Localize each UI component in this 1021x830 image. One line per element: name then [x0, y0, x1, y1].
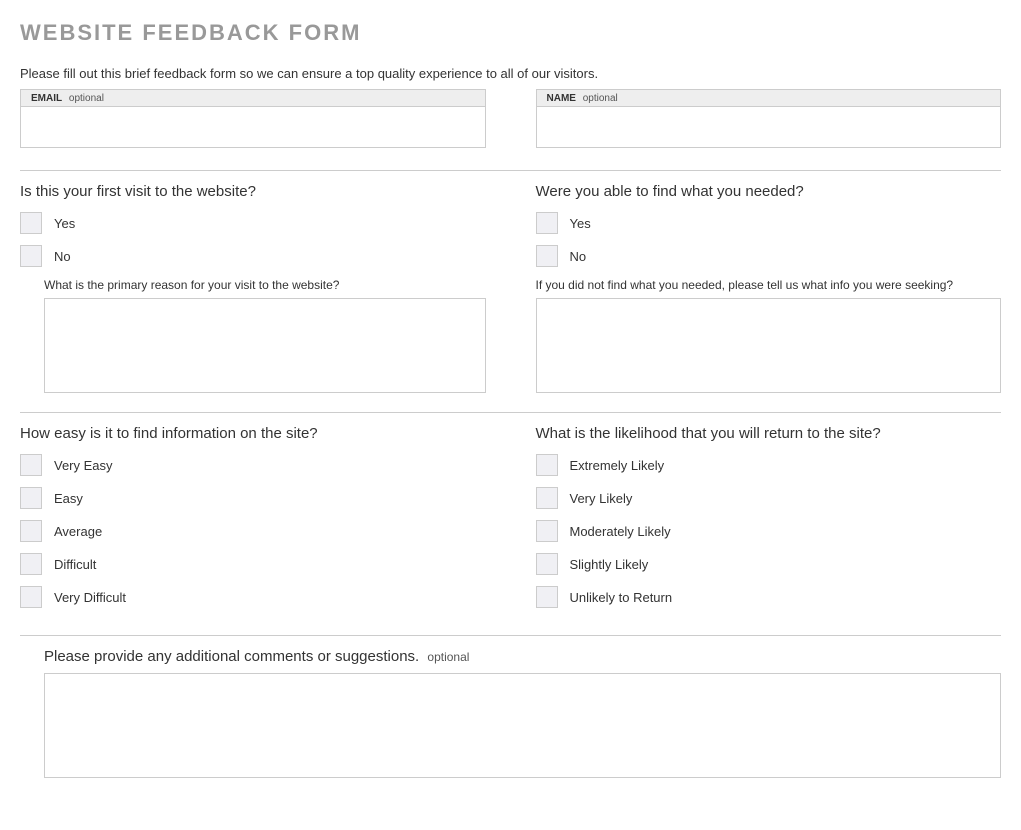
ease-o1-row: Very Easy: [20, 454, 486, 476]
return-o2-row: Very Likely: [536, 487, 1002, 509]
ease-o4-row: Difficult: [20, 553, 486, 575]
comments-label-row: Please provide any additional comments o…: [44, 648, 1001, 665]
find-needed-question: Were you able to find what you needed?: [536, 183, 1002, 200]
not-found-textarea[interactable]: [536, 298, 1002, 393]
email-label: EMAIL: [31, 93, 62, 104]
subtitle-text: Please fill out this brief feedback form…: [20, 66, 1001, 81]
first-visit-no-row: No: [20, 245, 486, 267]
ease-o3-row: Average: [20, 520, 486, 542]
first-visit-no-checkbox[interactable]: [20, 245, 42, 267]
return-o3-checkbox[interactable]: [536, 520, 558, 542]
ease-o5-checkbox[interactable]: [20, 586, 42, 608]
return-o4-row: Slightly Likely: [536, 553, 1002, 575]
return-o3-label: Moderately Likely: [570, 524, 671, 539]
visit-reason-label: What is the primary reason for your visi…: [44, 278, 486, 292]
first-visit-yes-row: Yes: [20, 212, 486, 234]
rating-questions-row: How easy is it to find information on th…: [20, 425, 1001, 619]
first-visit-yes-checkbox[interactable]: [20, 212, 42, 234]
name-header: NAME optional: [537, 90, 1001, 107]
find-yes-row: Yes: [536, 212, 1002, 234]
divider: [20, 635, 1001, 636]
ease-o1-checkbox[interactable]: [20, 454, 42, 476]
ease-question: How easy is it to find information on th…: [20, 425, 486, 442]
page-title: WEBSITE FEEDBACK FORM: [20, 20, 1001, 46]
find-no-checkbox[interactable]: [536, 245, 558, 267]
ease-o5-row: Very Difficult: [20, 586, 486, 608]
comments-textarea[interactable]: [44, 673, 1001, 778]
comments-label: Please provide any additional comments o…: [44, 648, 419, 665]
return-o1-row: Extremely Likely: [536, 454, 1002, 476]
return-o3-row: Moderately Likely: [536, 520, 1002, 542]
first-visit-no-label: No: [54, 249, 71, 264]
return-o1-checkbox[interactable]: [536, 454, 558, 476]
return-o4-label: Slightly Likely: [570, 557, 649, 572]
divider: [20, 412, 1001, 413]
ease-o4-label: Difficult: [54, 557, 96, 572]
ease-o2-label: Easy: [54, 491, 83, 506]
name-optional: optional: [583, 93, 618, 104]
find-no-row: No: [536, 245, 1002, 267]
name-field-group: NAME optional: [536, 89, 1002, 148]
ease-o3-checkbox[interactable]: [20, 520, 42, 542]
ease-o2-row: Easy: [20, 487, 486, 509]
ease-o2-checkbox[interactable]: [20, 487, 42, 509]
not-found-label: If you did not find what you needed, ple…: [536, 278, 1002, 292]
first-visit-yes-label: Yes: [54, 216, 75, 231]
name-label: NAME: [547, 93, 576, 104]
return-o2-label: Very Likely: [570, 491, 633, 506]
return-o5-row: Unlikely to Return: [536, 586, 1002, 608]
email-field-group: EMAIL optional: [20, 89, 486, 148]
return-o5-label: Unlikely to Return: [570, 590, 673, 605]
return-o1-label: Extremely Likely: [570, 458, 665, 473]
find-yes-checkbox[interactable]: [536, 212, 558, 234]
first-visit-question: Is this your first visit to the website?: [20, 183, 486, 200]
find-yes-label: Yes: [570, 216, 591, 231]
divider: [20, 170, 1001, 171]
return-o4-checkbox[interactable]: [536, 553, 558, 575]
name-input[interactable]: [537, 107, 1001, 147]
email-header: EMAIL optional: [21, 90, 485, 107]
visit-reason-textarea[interactable]: [44, 298, 486, 393]
ease-o4-checkbox[interactable]: [20, 553, 42, 575]
find-no-label: No: [570, 249, 587, 264]
email-input[interactable]: [21, 107, 485, 147]
comments-optional: optional: [427, 650, 469, 664]
return-question: What is the likelihood that you will ret…: [536, 425, 1002, 442]
email-optional: optional: [69, 93, 104, 104]
ease-o3-label: Average: [54, 524, 102, 539]
ease-o5-label: Very Difficult: [54, 590, 126, 605]
visit-questions-row: Is this your first visit to the website?…: [20, 183, 1001, 396]
return-o5-checkbox[interactable]: [536, 586, 558, 608]
return-o2-checkbox[interactable]: [536, 487, 558, 509]
ease-o1-label: Very Easy: [54, 458, 113, 473]
contact-row: EMAIL optional NAME optional: [20, 89, 1001, 154]
